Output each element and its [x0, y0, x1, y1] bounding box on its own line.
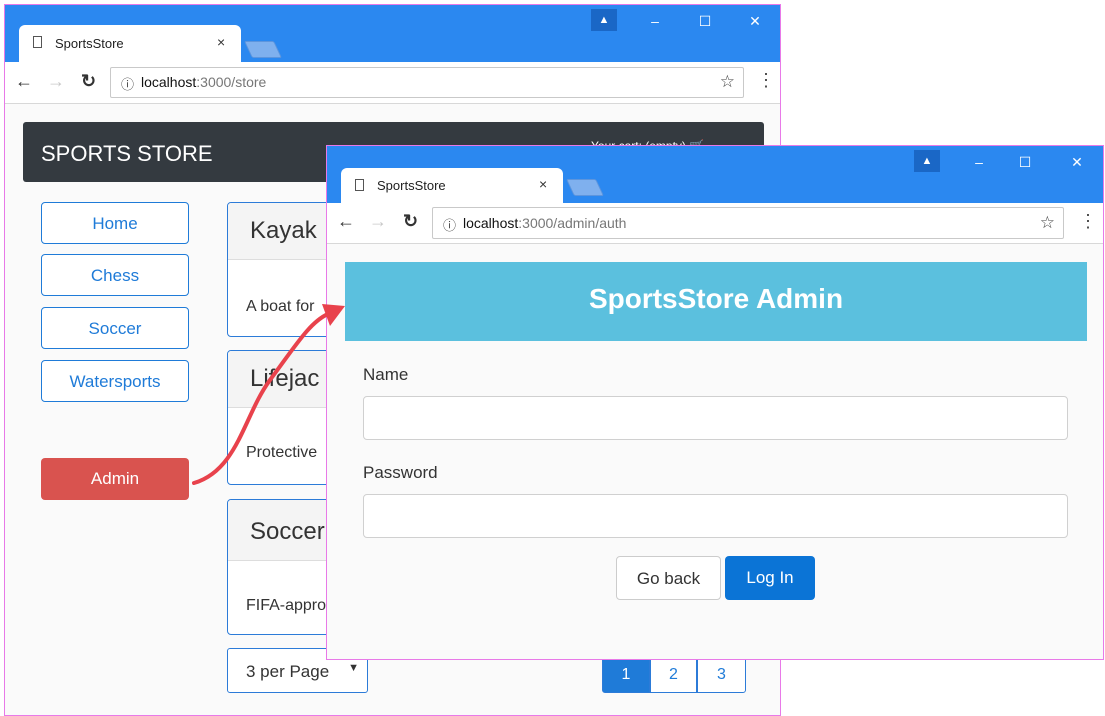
password-field[interactable] [363, 494, 1068, 538]
category-button-home[interactable]: Home [41, 202, 189, 244]
category-button-soccer[interactable]: Soccer [41, 307, 189, 349]
page-icon [33, 36, 42, 48]
log-in-button[interactable]: Log In [725, 556, 815, 600]
store-tab-close-button[interactable]: × [217, 34, 225, 50]
profile-icon[interactable]: ▲ [914, 150, 940, 172]
reload-icon[interactable]: ↻ [403, 211, 418, 232]
store-url: localhost:3000/store [141, 74, 266, 90]
admin-maximize-button[interactable]: ☐ [1013, 154, 1037, 171]
go-back-button[interactable]: Go back [616, 556, 721, 600]
admin-url: localhost:3000/admin/auth [463, 215, 626, 231]
arrow-left-icon[interactable]: ← [337, 211, 355, 232]
store-maximize-button[interactable]: ☐ [693, 13, 717, 30]
store-titlebar: SportsStore × ▲ – ☐ ✕ [5, 5, 780, 62]
info-icon: ⓘ [443, 218, 457, 233]
arrow-right-icon[interactable]: → [369, 211, 387, 232]
per-page-value: 3 per Page [246, 662, 330, 681]
page-button-1[interactable]: 1 [602, 657, 650, 693]
admin-url-path: :3000/admin/auth [518, 215, 627, 231]
admin-button[interactable]: Admin [41, 458, 189, 500]
category-button-chess[interactable]: Chess [41, 254, 189, 296]
admin-new-tab-button[interactable] [566, 179, 604, 196]
store-brand: SPORTS STORE [41, 141, 213, 166]
star-icon[interactable]: ☆ [720, 72, 735, 92]
store-url-path: :3000/store [196, 74, 267, 90]
store-toolbar: ← → ↻ ⓘ localhost:3000/store ☆ ⋮ [5, 62, 780, 104]
product-name: Kayak [250, 217, 317, 244]
category-button-watersports[interactable]: Watersports [41, 360, 189, 402]
store-new-tab-button[interactable] [244, 41, 282, 58]
name-field[interactable] [363, 396, 1068, 440]
admin-tab-close-button[interactable]: × [539, 176, 547, 192]
store-tab-title: SportsStore [55, 36, 124, 51]
arrow-right-icon[interactable]: → [47, 71, 65, 92]
page-button-3[interactable]: 3 [697, 657, 746, 693]
admin-tab-title: SportsStore [377, 178, 446, 193]
password-label: Password [363, 463, 438, 482]
admin-url-host: localhost [463, 215, 519, 231]
star-icon[interactable]: ☆ [1040, 213, 1055, 233]
name-label: Name [363, 365, 409, 384]
reload-icon[interactable]: ↻ [81, 71, 96, 92]
admin-tab[interactable]: SportsStore × [341, 168, 563, 203]
admin-toolbar: ← → ↻ ⓘ localhost:3000/admin/auth ☆ ⋮ [327, 203, 1103, 244]
product-description: A boat for [246, 298, 315, 315]
admin-titlebar: SportsStore × ▲ – ☐ ✕ [327, 146, 1103, 203]
product-description: FIFA-appro [246, 597, 327, 614]
product-description: Protective [246, 444, 318, 461]
admin-title: SportsStore Admin [588, 283, 844, 314]
page-button-2[interactable]: 2 [650, 657, 697, 693]
admin-header: SportsStore Admin [345, 262, 1087, 341]
page-icon [355, 179, 364, 191]
admin-address-bar[interactable]: ⓘ localhost:3000/admin/auth ☆ [432, 207, 1064, 239]
chevron-down-icon: ▼ [348, 662, 359, 674]
product-name: Lifejac [250, 365, 320, 392]
info-icon: ⓘ [121, 77, 135, 92]
store-address-bar[interactable]: ⓘ localhost:3000/store ☆ [110, 67, 744, 98]
profile-icon[interactable]: ▲ [591, 9, 617, 31]
admin-close-button[interactable]: ✕ [1065, 154, 1089, 171]
kebab-menu-icon[interactable]: ⋮ [757, 70, 775, 91]
store-url-host: localhost [141, 74, 197, 90]
admin-minimize-button[interactable]: – [967, 154, 991, 170]
store-close-button[interactable]: ✕ [743, 13, 767, 30]
admin-browser-window: SportsStore × ▲ – ☐ ✕ ← → ↻ ⓘ localhost:… [326, 145, 1104, 660]
arrow-left-icon[interactable]: ← [15, 71, 33, 92]
product-name: Soccer [250, 518, 325, 545]
store-tab[interactable]: SportsStore × [19, 25, 241, 62]
kebab-menu-icon[interactable]: ⋮ [1079, 211, 1097, 232]
store-minimize-button[interactable]: – [643, 13, 667, 29]
